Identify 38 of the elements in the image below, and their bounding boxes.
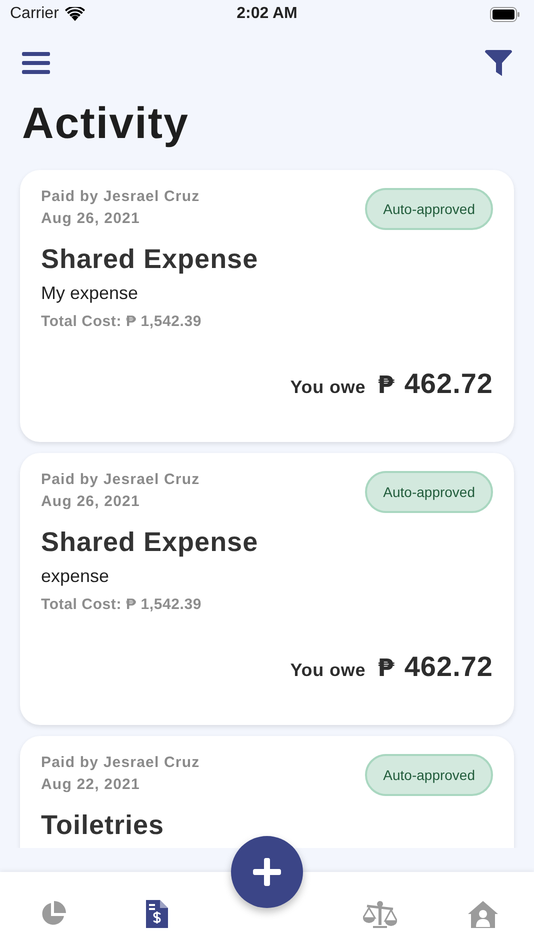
battery-icon: [490, 6, 520, 22]
plus-icon: [253, 858, 281, 886]
expense-card[interactable]: Paid by Jesrael Cruz Aug 26, 2021 Auto-approved Shared Expense My expense Total Cost: ₱ 1,542.39 You owe ₱ 462.72: [20, 170, 514, 442]
status-badge: Auto-approved: [365, 754, 493, 796]
expense-description: expense: [41, 566, 110, 587]
owe-label: You owe: [290, 377, 366, 398]
expense-card[interactable]: Paid by Jesrael Cruz Aug 22, 2021 Auto-approved Toiletries: [20, 736, 514, 848]
invoice-icon: [146, 900, 168, 928]
filter-icon: [485, 50, 512, 76]
date-text: Aug 22, 2021: [41, 776, 141, 793]
owe-label: You owe: [290, 660, 366, 681]
total-cost: Total Cost: ₱ 1,542.39: [41, 313, 203, 330]
status-time: 2:02 AM: [236, 5, 298, 23]
carrier-name: Carrier: [10, 5, 59, 23]
menu-button[interactable]: [22, 51, 50, 75]
currency-symbol: ₱: [378, 654, 394, 682]
expense-title: Toiletries: [41, 810, 166, 841]
expense-title: Shared Expense: [41, 527, 260, 558]
expense-title: Shared Expense: [41, 244, 260, 275]
page-title: Activity: [22, 98, 190, 150]
wifi-icon: [64, 7, 85, 21]
currency-symbol: ₱: [378, 371, 394, 399]
home-person-icon: [468, 900, 498, 928]
date-text: Aug 26, 2021: [41, 210, 141, 227]
total-cost: Total Cost: ₱ 1,542.39: [41, 596, 203, 613]
menu-icon: [22, 51, 50, 75]
expense-description: My expense: [41, 283, 140, 304]
expense-card[interactable]: Paid by Jesrael Cruz Aug 26, 2021 Auto-approved Shared Expense expense Total Cost: ₱ 1,542.39 You owe ₱ 462.72: [20, 453, 514, 725]
payer-text: Paid by Jesrael Cruz: [41, 471, 200, 488]
payer-text: Paid by Jesrael Cruz: [41, 754, 200, 771]
status-badge: Auto-approved: [365, 471, 493, 513]
owe-amount: 462.72: [404, 651, 493, 683]
owe-amount: 462.72: [404, 368, 493, 400]
filter-button[interactable]: [485, 50, 512, 76]
payer-text: Paid by Jesrael Cruz: [41, 188, 200, 205]
balance-scale-icon: [362, 900, 397, 928]
date-text: Aug 26, 2021: [41, 493, 141, 510]
status-badge: Auto-approved: [365, 188, 493, 230]
